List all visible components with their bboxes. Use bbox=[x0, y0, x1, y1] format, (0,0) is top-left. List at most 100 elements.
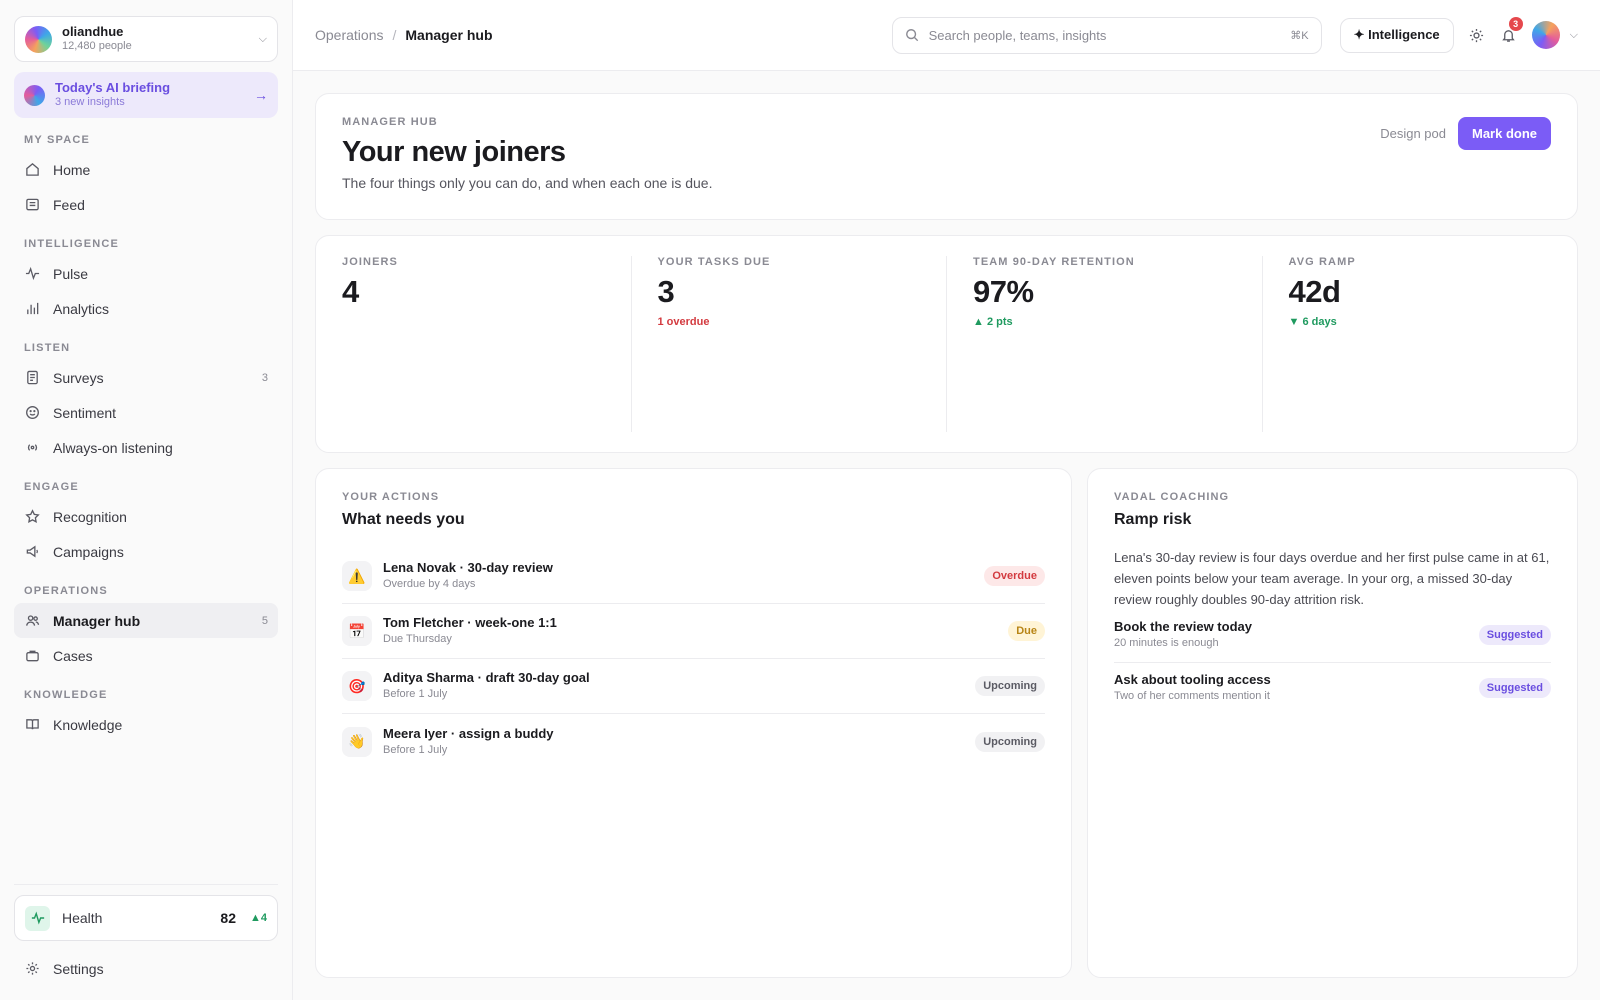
survey-icon bbox=[24, 370, 40, 386]
sidebar-item-knowledge[interactable]: Knowledge bbox=[14, 707, 278, 742]
action-title: Tom Fletcher · week-one 1:1 bbox=[383, 615, 557, 630]
search-input[interactable] bbox=[928, 27, 1291, 43]
hero-eyebrow: MANAGER HUB bbox=[342, 116, 438, 128]
action-row[interactable]: 👋 Meera Iyer · assign a buddy Before 1 J… bbox=[342, 714, 1045, 769]
feed-icon bbox=[24, 197, 40, 213]
coaching-title: Ramp risk bbox=[1114, 511, 1192, 528]
sidebar-item-label: Home bbox=[53, 161, 91, 178]
suggestion-title: Book the review today bbox=[1114, 619, 1252, 634]
stat-value: 4 bbox=[342, 274, 359, 309]
main-area: Operations / Manager hub ⌘K ✦ Intelligen… bbox=[293, 0, 1600, 1000]
calendar-icon: 📅 bbox=[342, 616, 372, 646]
page-title: Your new joiners bbox=[342, 136, 566, 168]
theme-toggle-sun-icon[interactable] bbox=[1468, 26, 1486, 44]
coaching-suggestion[interactable]: Ask about tooling access Two of her comm… bbox=[1114, 663, 1551, 715]
search-box[interactable]: ⌘K bbox=[891, 16, 1322, 54]
health-widget[interactable]: Health 82 ▲4 bbox=[14, 895, 278, 941]
breadcrumb: Operations / Manager hub bbox=[315, 27, 493, 43]
mark-done-button[interactable]: Mark done bbox=[1457, 117, 1551, 150]
notifications-bell-icon[interactable]: 3 bbox=[1500, 17, 1523, 44]
warning-icon: ⚠️ bbox=[342, 561, 372, 591]
breadcrumb-parent-link[interactable]: Operations bbox=[315, 27, 383, 43]
suggested-badge: Suggested bbox=[1478, 678, 1551, 698]
sidebar-item-recognition[interactable]: Recognition bbox=[14, 499, 278, 534]
chevron-down-icon[interactable]: ⌵ bbox=[1570, 29, 1578, 42]
stat-note-overdue: 1 overdue bbox=[657, 316, 710, 328]
sidebar-item-campaigns[interactable]: Campaigns bbox=[14, 534, 278, 569]
coaching-panel: VADAL COACHING Ramp risk Lena's 30-day r… bbox=[1087, 468, 1578, 978]
hero-actions: Design pod Mark done bbox=[1380, 117, 1551, 150]
stat-avg-ramp: AVG RAMP 42d ▼ 6 days bbox=[1263, 256, 1578, 432]
sidebar-item-settings[interactable]: Settings bbox=[14, 951, 278, 986]
ai-orb-icon bbox=[24, 84, 45, 106]
team-pod-label[interactable]: Design pod bbox=[1380, 126, 1446, 141]
sidebar-footer: Health 82 ▲4 Settings bbox=[14, 884, 278, 986]
intelligence-button[interactable]: ✦ Intelligence bbox=[1339, 17, 1454, 53]
breadcrumb-separator: / bbox=[392, 27, 397, 43]
ai-briefing-card[interactable]: Today's AI briefing 3 new insights → bbox=[14, 72, 278, 118]
wave-hand-icon: 👋 bbox=[342, 726, 372, 757]
action-title: Lena Novak · 30-day review bbox=[383, 560, 553, 575]
briefing-title: Today's AI briefing bbox=[55, 80, 171, 95]
suggested-badge: Suggested bbox=[1478, 625, 1551, 645]
user-avatar[interactable] bbox=[1531, 21, 1560, 49]
sidebar-item-label: Cases bbox=[53, 647, 93, 664]
sidebar-item-label: Feed bbox=[53, 196, 85, 213]
actions-eyebrow: YOUR ACTIONS bbox=[342, 491, 440, 503]
hero-card: MANAGER HUB Your new joiners The four th… bbox=[315, 93, 1578, 220]
section-label-my-space: MY SPACE bbox=[24, 134, 91, 146]
health-delta: ▲4 bbox=[249, 912, 267, 924]
action-row[interactable]: ⚠️ Lena Novak · 30-day review Overdue by… bbox=[342, 549, 1045, 604]
sidebar-item-cases[interactable]: Cases bbox=[14, 638, 278, 673]
sidebar-item-surveys[interactable]: Surveys 3 bbox=[14, 360, 278, 395]
sidebar-item-feed[interactable]: Feed bbox=[14, 187, 278, 222]
stat-label: AVG RAMP bbox=[1288, 256, 1356, 268]
sidebar-item-home[interactable]: Home bbox=[14, 152, 278, 187]
status-badge: Upcoming bbox=[975, 676, 1045, 696]
star-icon bbox=[24, 509, 40, 525]
actions-panel: YOUR ACTIONS What needs you ⚠️ Lena Nova… bbox=[315, 468, 1072, 978]
sidebar-item-label: Pulse bbox=[53, 265, 89, 282]
sidebar-item-always-on-listening[interactable]: Always-on listening bbox=[14, 430, 278, 465]
sidebar-item-analytics[interactable]: Analytics bbox=[14, 291, 278, 326]
sidebar-item-label: Settings bbox=[53, 960, 104, 977]
pulse-icon bbox=[25, 905, 50, 931]
page-subtitle: The four things only you can do, and whe… bbox=[342, 175, 713, 191]
suggestion-title: Ask about tooling access bbox=[1114, 672, 1271, 687]
surveys-count: 3 bbox=[261, 371, 268, 384]
status-badge: Due bbox=[1008, 621, 1045, 641]
action-subtitle: Due Thursday bbox=[383, 633, 452, 645]
briefing-subtitle: 3 new insights bbox=[55, 96, 125, 108]
coaching-suggestion[interactable]: Book the review today 20 minutes is enou… bbox=[1114, 610, 1551, 663]
topbar: Operations / Manager hub ⌘K ✦ Intelligen… bbox=[293, 0, 1600, 71]
action-subtitle: Overdue by 4 days bbox=[383, 578, 476, 590]
org-switcher[interactable]: oliandhue 12,480 people ⌵ bbox=[14, 16, 278, 62]
action-row[interactable]: 🎯 Aditya Sharma · draft 30-day goal Befo… bbox=[342, 659, 1045, 714]
stat-note-trend-up: ▲ 2 pts bbox=[973, 316, 1013, 328]
book-icon bbox=[24, 717, 40, 733]
manager-hub-count: 5 bbox=[261, 614, 268, 627]
notification-count-badge: 3 bbox=[1508, 17, 1523, 31]
section-label-knowledge: KNOWLEDGE bbox=[24, 689, 108, 701]
stats-card: JOINERS 4 YOUR TASKS DUE 3 1 overdue TEA… bbox=[315, 235, 1578, 453]
status-badge: Upcoming bbox=[975, 731, 1045, 752]
action-row[interactable]: 📅 Tom Fletcher · week-one 1:1 Due Thursd… bbox=[342, 604, 1045, 659]
health-score: 82 bbox=[220, 910, 236, 926]
stat-label: TEAM 90-DAY RETENTION bbox=[973, 256, 1135, 268]
bar-chart-icon bbox=[24, 301, 40, 317]
stat-label: YOUR TASKS DUE bbox=[657, 256, 771, 268]
stat-value: 42d bbox=[1288, 274, 1341, 309]
sidebar-item-sentiment[interactable]: Sentiment bbox=[14, 395, 278, 430]
sidebar-item-manager-hub[interactable]: Manager hub 5 bbox=[14, 603, 278, 638]
stat-note-trend-down: ▼ 6 days bbox=[1288, 316, 1337, 328]
breadcrumb-current: Manager hub bbox=[405, 27, 493, 43]
broadcast-icon bbox=[24, 440, 40, 456]
sidebar: oliandhue 12,480 people ⌵ Today's AI bri… bbox=[0, 0, 293, 1000]
sidebar-item-pulse[interactable]: Pulse bbox=[14, 256, 278, 291]
stat-label: JOINERS bbox=[342, 256, 398, 268]
org-people-count: 12,480 people bbox=[62, 40, 132, 52]
megaphone-icon bbox=[24, 544, 40, 560]
health-label: Health bbox=[62, 910, 103, 926]
org-name: oliandhue bbox=[62, 24, 124, 39]
status-badge: Overdue bbox=[984, 566, 1045, 586]
